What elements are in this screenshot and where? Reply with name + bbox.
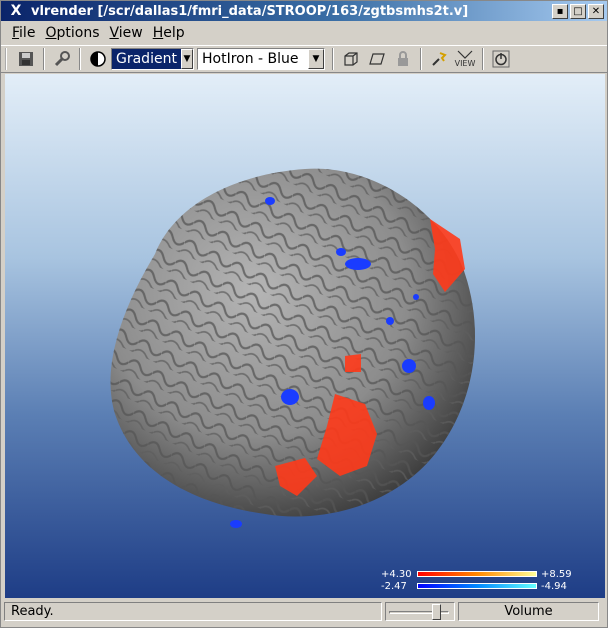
x-logo-icon: X bbox=[10, 3, 22, 19]
legend-negative-row: -2.47 -4.94 bbox=[381, 580, 581, 592]
shading-mode-value: Gradient bbox=[112, 49, 181, 69]
legend-negative-bar bbox=[417, 583, 537, 589]
menu-file[interactable]: File bbox=[7, 25, 40, 41]
legend-neg-high: -4.94 bbox=[541, 580, 567, 592]
view-icon-label: VIEW bbox=[454, 59, 476, 68]
status-text-panel: Ready. bbox=[4, 601, 382, 621]
cube-icon[interactable] bbox=[338, 47, 364, 71]
render-mode-panel[interactable]: Volume bbox=[458, 601, 599, 621]
colormap-legend: +4.30 +8.59 -2.47 -4.94 bbox=[381, 568, 581, 594]
render-mode: Volume bbox=[504, 603, 553, 619]
light-icon[interactable] bbox=[426, 47, 452, 71]
toolbar-separator bbox=[332, 48, 334, 70]
legend-positive-bar bbox=[417, 571, 537, 577]
colormap-value: HotIron - Blue bbox=[202, 51, 299, 67]
menu-options[interactable]: Options bbox=[40, 25, 104, 41]
brain-volume-render[interactable] bbox=[5, 74, 605, 598]
render-viewport[interactable]: +4.30 +8.59 -2.47 -4.94 bbox=[5, 74, 605, 598]
maximize-icon[interactable]: □ bbox=[570, 3, 586, 19]
menu-view[interactable]: View bbox=[104, 25, 147, 41]
minimize-icon[interactable]: ▪ bbox=[552, 3, 568, 19]
menu-bar: File Options View Help bbox=[1, 22, 607, 44]
window-title: vlrender [/scr/dallas1/fmri_data/STROOP/… bbox=[31, 3, 469, 19]
title-bar[interactable]: X vlrender [/scr/dallas1/fmri_data/STROO… bbox=[1, 1, 607, 21]
window-controls: ▪ □ ✕ bbox=[552, 3, 607, 19]
status-bar: Ready. Volume bbox=[1, 600, 607, 622]
chevron-down-icon[interactable]: ▼ bbox=[308, 49, 324, 69]
lock-icon[interactable] bbox=[390, 47, 416, 71]
toolbar-grip[interactable] bbox=[5, 48, 9, 70]
menu-help[interactable]: Help bbox=[148, 25, 190, 41]
slider-thumb[interactable] bbox=[432, 603, 441, 620]
toolbar-separator bbox=[420, 48, 422, 70]
toolbar: Gradient ▼ HotIron - Blue ▼ VIEW bbox=[1, 45, 607, 73]
save-icon[interactable] bbox=[13, 47, 39, 71]
contrast-icon[interactable] bbox=[85, 47, 111, 71]
legend-positive-row: +4.30 +8.59 bbox=[381, 568, 581, 580]
app-window: X vlrender [/scr/dallas1/fmri_data/STROO… bbox=[0, 0, 608, 628]
view-icon[interactable]: VIEW bbox=[452, 47, 478, 71]
legend-pos-low: +4.30 bbox=[381, 568, 412, 580]
legend-neg-low: -2.47 bbox=[381, 580, 407, 592]
tools-icon[interactable] bbox=[49, 47, 75, 71]
toolbar-separator bbox=[482, 48, 484, 70]
render-quality-slider[interactable] bbox=[385, 601, 455, 621]
close-icon[interactable]: ✕ bbox=[588, 3, 604, 19]
shading-mode-select[interactable]: Gradient ▼ bbox=[111, 48, 194, 70]
toolbar-separator bbox=[43, 48, 45, 70]
colormap-select[interactable]: HotIron - Blue ▼ bbox=[197, 48, 325, 70]
chevron-down-icon[interactable]: ▼ bbox=[180, 49, 193, 69]
status-text: Ready. bbox=[11, 603, 54, 619]
toolbar-separator bbox=[79, 48, 81, 70]
plane-icon[interactable] bbox=[364, 47, 390, 71]
legend-pos-high: +8.59 bbox=[541, 568, 572, 580]
power-icon[interactable] bbox=[488, 47, 514, 71]
